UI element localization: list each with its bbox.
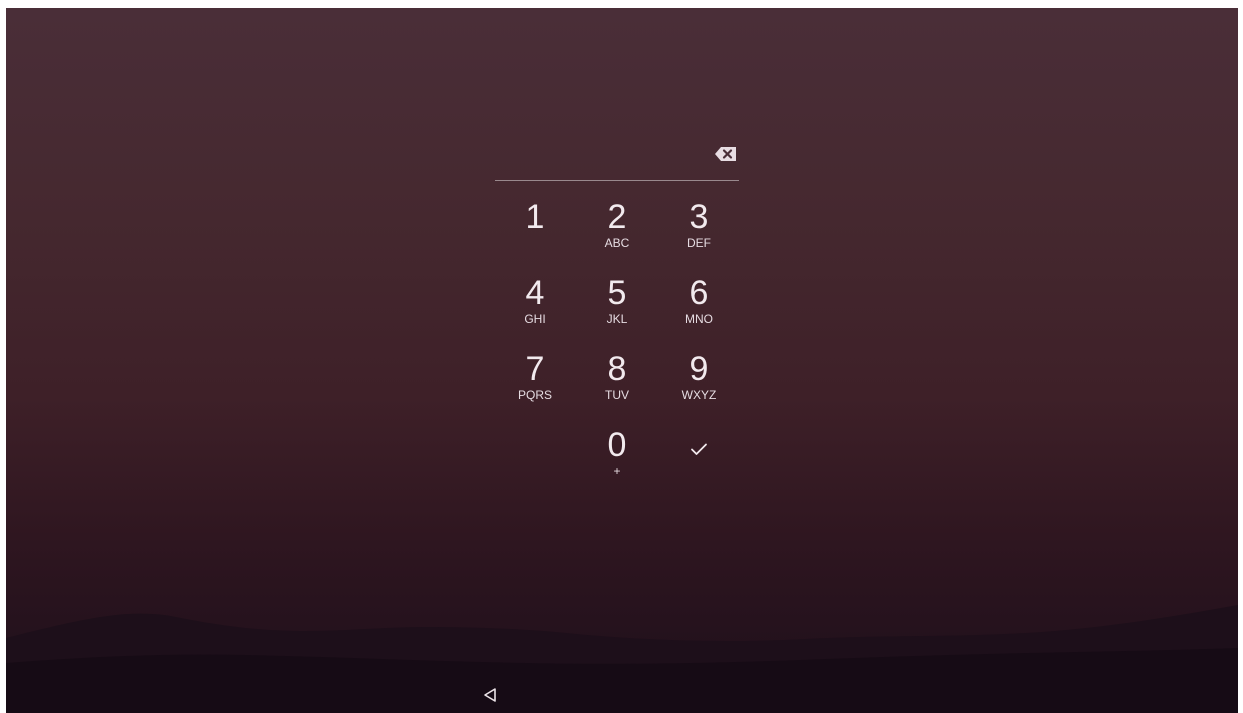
key-4[interactable]: 4 GHI xyxy=(495,274,575,346)
key-digit: 2 xyxy=(607,198,627,236)
key-digit: 4 xyxy=(525,274,545,312)
key-0[interactable]: 0 + xyxy=(577,426,657,498)
key-digit: 0 xyxy=(607,426,627,464)
key-1[interactable]: 1 xyxy=(495,198,575,270)
key-2[interactable]: 2 ABC xyxy=(577,198,657,270)
key-3[interactable]: 3 DEF xyxy=(659,198,739,270)
key-letters: DEF xyxy=(687,236,711,250)
key-digit: 3 xyxy=(689,198,709,236)
key-letters: JKL xyxy=(606,312,628,326)
key-7[interactable]: 7 PQRS xyxy=(495,350,575,422)
key-9[interactable]: 9 WXYZ xyxy=(659,350,739,422)
key-digit: 9 xyxy=(689,350,709,388)
lock-screen: 1 2 ABC 3 DEF 4 GHI 5 JKL 6 MNO 7 PQRS 8 xyxy=(6,8,1238,713)
backspace-icon[interactable] xyxy=(713,141,739,167)
key-digit: 7 xyxy=(525,350,545,388)
key-letters: TUV xyxy=(605,388,629,402)
key-digit: 8 xyxy=(607,350,627,388)
mountain-silhouette xyxy=(6,605,1238,713)
key-letters: + xyxy=(613,464,621,478)
key-6[interactable]: 6 MNO xyxy=(659,274,739,346)
key-letters: GHI xyxy=(524,312,546,326)
key-letters: MNO xyxy=(685,312,713,326)
key-digit: 6 xyxy=(689,274,709,312)
back-triangle-icon[interactable] xyxy=(482,687,498,703)
key-letters: WXYZ xyxy=(681,388,717,402)
key-letters: ABC xyxy=(604,236,630,250)
pin-entry-field[interactable] xyxy=(495,136,739,181)
key-5[interactable]: 5 JKL xyxy=(577,274,657,346)
checkmark-icon xyxy=(691,443,707,455)
key-8[interactable]: 8 TUV xyxy=(577,350,657,422)
confirm-button[interactable] xyxy=(659,426,739,498)
key-letters: PQRS xyxy=(517,388,552,402)
key-digit: 1 xyxy=(525,198,545,236)
key-digit: 5 xyxy=(607,274,627,312)
